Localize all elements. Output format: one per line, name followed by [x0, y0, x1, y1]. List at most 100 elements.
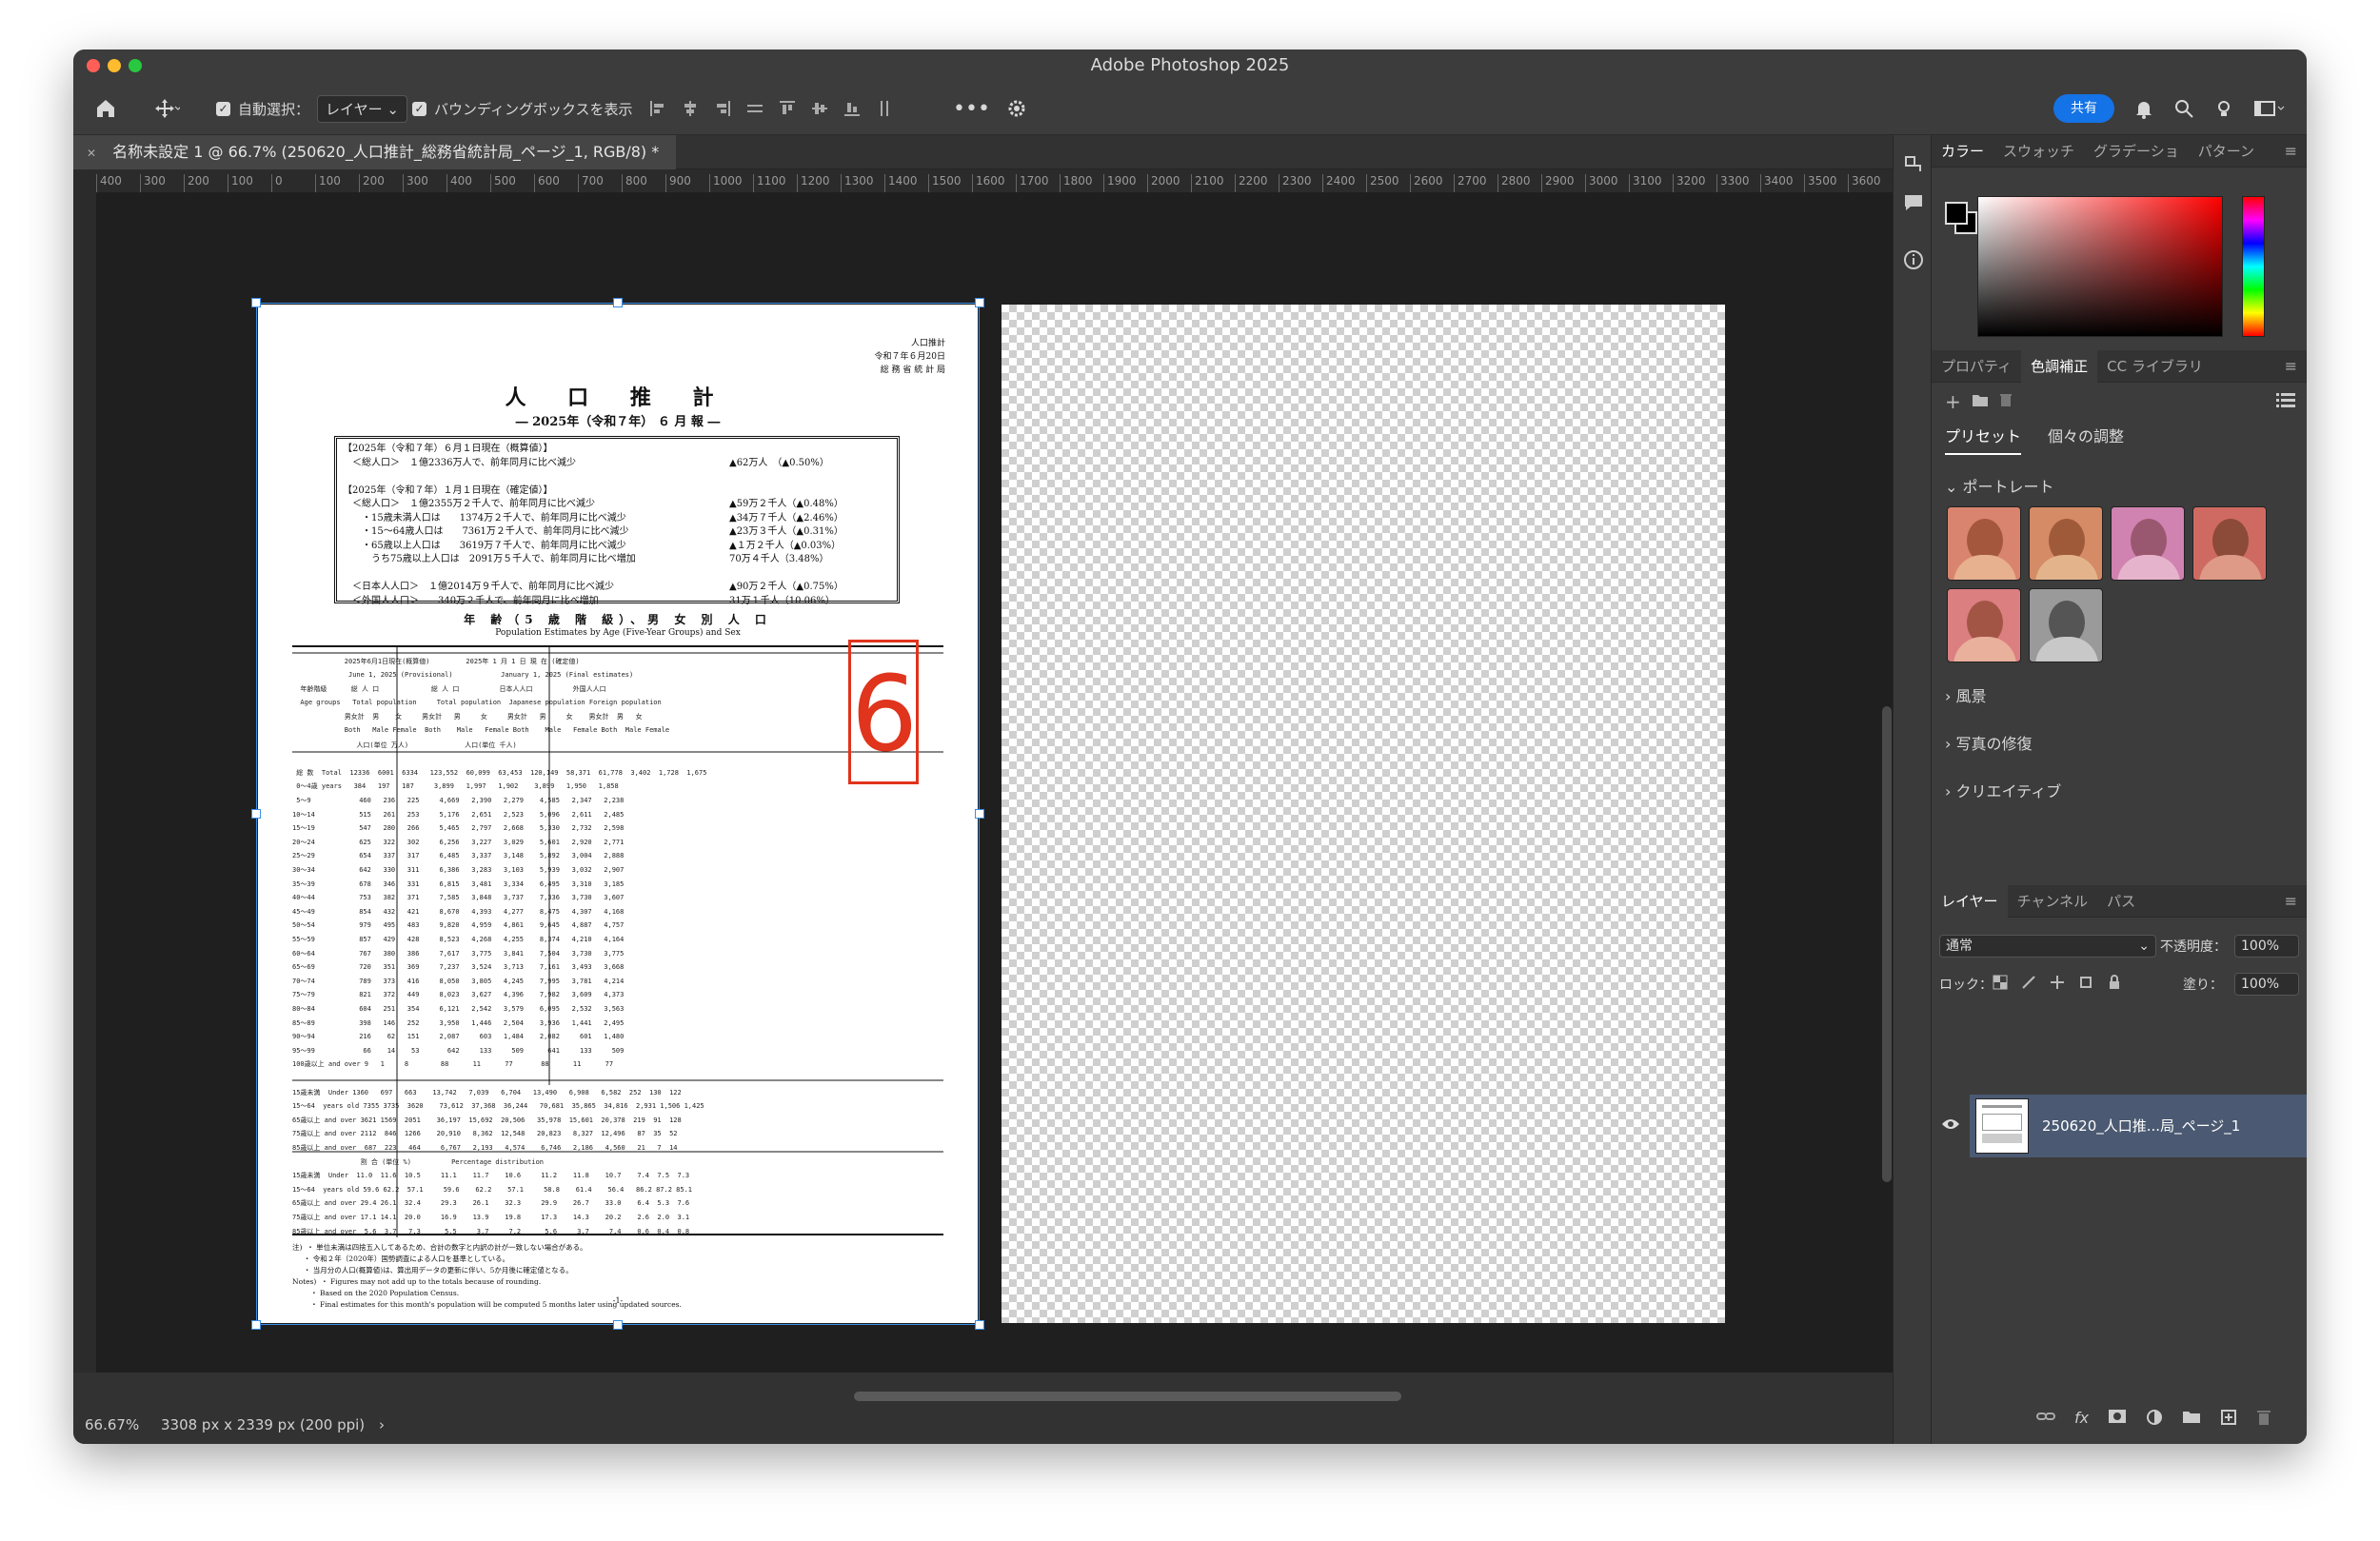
- zoom-level[interactable]: 66.67%: [85, 1416, 139, 1433]
- transform-handle-r[interactable]: [975, 809, 984, 819]
- section-creative[interactable]: › クリエイティブ: [1945, 779, 2061, 801]
- panel-menu-icon[interactable]: ≡: [2285, 142, 2297, 160]
- align-right-icon[interactable]: [713, 99, 732, 118]
- tab-gradients[interactable]: グラデーショ: [2084, 135, 2189, 168]
- lock-artboard-icon[interactable]: [2078, 975, 2093, 990]
- add-icon[interactable]: +: [1945, 390, 1961, 413]
- color-spectrum[interactable]: [1977, 196, 2223, 337]
- summary-row-value: ▲34万７千人（▲2.46%）: [729, 512, 843, 524]
- preset-thumbnail[interactable]: [2029, 588, 2103, 662]
- align-center-icon[interactable]: [681, 99, 700, 118]
- notifications-bell-icon[interactable]: [2133, 82, 2154, 135]
- auto-select-control[interactable]: ✓ 自動選択： レイヤー ⌄: [216, 82, 407, 135]
- visibility-eye-icon[interactable]: [1941, 1117, 1960, 1135]
- align-middle-icon[interactable]: [810, 99, 829, 118]
- canvas-area[interactable]: 人口推計 令和７年６月20日 総 務 省 統 計 局 人 口 推 計 ― 202…: [96, 192, 1893, 1373]
- subtab-presets[interactable]: プリセット: [1945, 421, 2022, 455]
- lock-paint-brush-icon[interactable]: [2021, 975, 2036, 990]
- tab-swatches[interactable]: スウォッチ: [1993, 135, 2084, 168]
- tab-color[interactable]: カラー: [1932, 135, 1993, 168]
- ruler-tick-label: 1600: [972, 174, 1005, 192]
- bounding-box-control[interactable]: ✓ バウンディングボックスを表示: [412, 82, 633, 135]
- close-window-button[interactable]: [87, 59, 100, 72]
- distribute-horizontal-icon[interactable]: [745, 99, 764, 118]
- lock-transparent-icon[interactable]: [1993, 975, 2008, 990]
- lock-all-icon[interactable]: [2107, 975, 2122, 990]
- workspace-layout-icon[interactable]: [2253, 82, 2286, 135]
- foreground-color-swatch[interactable]: [1945, 202, 1968, 225]
- history-icon[interactable]: [1903, 154, 1924, 179]
- section-portrait[interactable]: ⌄ ポートレート: [1945, 474, 2054, 497]
- layer-mask-icon[interactable]: [2108, 1409, 2127, 1424]
- new-layer-icon[interactable]: [2220, 1409, 2237, 1426]
- align-bottom-icon[interactable]: [843, 99, 862, 118]
- more-options-icon[interactable]: •••: [953, 82, 990, 135]
- transform-handle-tr[interactable]: [975, 298, 984, 307]
- table-title-en: Population Estimates by Age (Five-Year G…: [495, 628, 741, 638]
- panel-menu-icon[interactable]: ≡: [2285, 892, 2297, 910]
- chevron-right-icon[interactable]: ›: [379, 1416, 385, 1433]
- transform-handle-br[interactable]: [975, 1320, 984, 1330]
- tab-properties[interactable]: プロパティ: [1932, 350, 2021, 383]
- home-icon[interactable]: [94, 82, 117, 135]
- share-button[interactable]: 共有: [2053, 94, 2114, 123]
- auto-select-checkbox[interactable]: ✓: [216, 101, 230, 116]
- transform-handle-l[interactable]: [251, 809, 261, 819]
- new-group-icon[interactable]: [2182, 1409, 2201, 1424]
- comment-icon[interactable]: [1903, 192, 1924, 217]
- align-left-icon[interactable]: [648, 99, 667, 118]
- tab-layers[interactable]: レイヤー: [1932, 884, 2008, 918]
- opacity-field[interactable]: 100%: [2234, 935, 2299, 958]
- folder-icon[interactable]: [1972, 392, 1989, 411]
- zoom-window-button[interactable]: [129, 59, 142, 72]
- vertical-scrollbar[interactable]: [1882, 706, 1892, 1182]
- horizontal-scrollbar[interactable]: [854, 1392, 1401, 1401]
- bounding-box-checkbox[interactable]: ✓: [412, 101, 426, 116]
- lightbulb-icon[interactable]: [2213, 82, 2234, 135]
- transform-handle-bl[interactable]: [251, 1320, 261, 1330]
- transform-handle-tl[interactable]: [251, 298, 261, 307]
- section-landscape[interactable]: › 風景: [1945, 683, 1987, 706]
- settings-gear-icon[interactable]: [1006, 82, 1027, 135]
- minimize-window-button[interactable]: [108, 59, 121, 72]
- distribute-vertical-icon[interactable]: [875, 99, 894, 118]
- auto-select-dropdown[interactable]: レイヤー ⌄: [317, 94, 407, 123]
- transform-handle-t[interactable]: [613, 298, 623, 307]
- search-icon[interactable]: [2173, 82, 2194, 135]
- opacity-label: 不透明度：: [2160, 939, 2227, 955]
- align-top-icon[interactable]: [778, 99, 797, 118]
- preset-thumbnail[interactable]: [2029, 506, 2103, 581]
- section-photo-repair[interactable]: › 写真の修復: [1945, 731, 2033, 754]
- layer-effects-icon[interactable]: fx: [2074, 1409, 2089, 1427]
- document-tab[interactable]: ✕ 名称未設定 1 @ 66.7% (250620_人口推計_総務省統計局_ペー…: [73, 135, 677, 169]
- panel-menu-icon[interactable]: ≡: [2285, 357, 2297, 375]
- info-icon[interactable]: [1903, 249, 1924, 274]
- subtab-individual[interactable]: 個々の調整: [2048, 421, 2124, 453]
- preset-thumbnail[interactable]: [1947, 588, 2021, 662]
- list-view-icon[interactable]: [2276, 392, 2295, 411]
- adjustment-layer-icon[interactable]: [2146, 1409, 2163, 1426]
- blend-mode-dropdown[interactable]: 通常 ⌄: [1939, 935, 2156, 958]
- hue-slider[interactable]: [2242, 196, 2265, 337]
- title-bar: Adobe Photoshop 2025: [73, 49, 2307, 82]
- tab-cc-libraries[interactable]: CC ライブラリ: [2097, 350, 2212, 383]
- move-tool-icon[interactable]: [153, 82, 180, 135]
- summary-row: 【2025年（令和７年）１月１日現在（確定値）】: [343, 484, 891, 499]
- tab-channels[interactable]: チャンネル: [2008, 885, 2098, 918]
- fill-field[interactable]: 100%: [2234, 973, 2299, 996]
- lock-position-icon[interactable]: [2050, 975, 2065, 990]
- layer-row[interactable]: 250620_人口推...局_ページ_1: [1970, 1095, 2307, 1157]
- tab-paths[interactable]: パス: [2097, 885, 2145, 918]
- preset-thumbnail[interactable]: [2192, 506, 2267, 581]
- transform-handle-b[interactable]: [613, 1320, 623, 1330]
- tab-patterns[interactable]: パターン: [2189, 135, 2264, 168]
- preset-thumbnail[interactable]: [1947, 506, 2021, 581]
- delete-layer-icon[interactable]: [2256, 1409, 2271, 1426]
- table-row: 0～4歳 years 384 197 187 3,899 1,997 1,902…: [292, 782, 635, 791]
- preset-thumbnail[interactable]: [2111, 506, 2185, 581]
- tab-adjustments[interactable]: 色調補正: [2021, 349, 2098, 383]
- document-page[interactable]: 人口推計 令和７年６月20日 総 務 省 統 計 局 人 口 推 計 ― 202…: [258, 305, 978, 1323]
- close-tab-icon[interactable]: ✕: [87, 147, 96, 160]
- trash-icon[interactable]: [1998, 392, 2013, 411]
- link-layers-icon[interactable]: [2036, 1409, 2055, 1424]
